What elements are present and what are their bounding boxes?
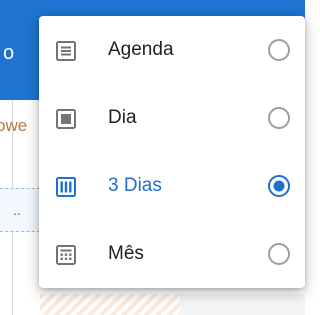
striped-region (40, 294, 180, 315)
menu-item-agenda[interactable]: Agenda (39, 16, 305, 84)
menu-item-label: Agenda (108, 39, 174, 60)
header-partial-text: o (3, 42, 15, 64)
radio-checked-icon[interactable] (267, 174, 291, 198)
radio-unchecked-icon[interactable] (267, 242, 291, 266)
agenda-view-icon (55, 40, 77, 62)
partial-event-text: owe (0, 116, 28, 135)
gray-region (180, 294, 305, 315)
view-selector-menu: Agenda Dia 3 Dias Mês (39, 16, 305, 288)
menu-item-3-dias[interactable]: 3 Dias (39, 152, 305, 220)
menu-item-label: Dia (108, 107, 137, 128)
menu-item-dia[interactable]: Dia (39, 84, 305, 152)
three-day-view-icon (55, 176, 77, 198)
more-dots: .. (13, 202, 21, 218)
menu-item-label: 3 Dias (108, 175, 162, 196)
radio-unchecked-icon[interactable] (267, 106, 291, 130)
month-view-icon (55, 244, 77, 266)
radio-unchecked-icon[interactable] (267, 38, 291, 62)
day-view-icon (55, 108, 77, 130)
menu-item-mes[interactable]: Mês (39, 220, 305, 288)
menu-item-label: Mês (108, 243, 144, 264)
